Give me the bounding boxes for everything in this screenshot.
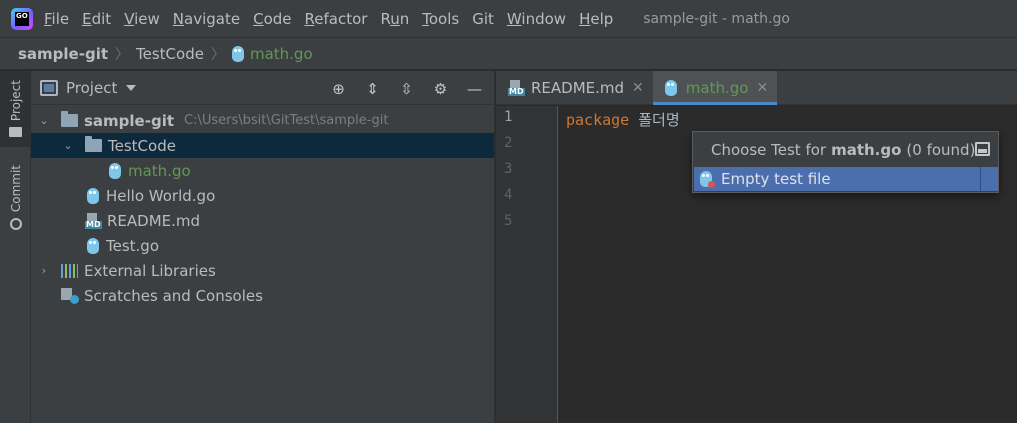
- open-in-window-icon[interactable]: [975, 142, 990, 156]
- go-file-icon: [231, 45, 244, 62]
- collapse-all-icon[interactable]: ⇳: [397, 79, 416, 98]
- popup-scrollbar[interactable]: [980, 167, 998, 191]
- tree-item-readme-md[interactable]: MD README.md: [31, 208, 494, 233]
- folder-icon: [85, 136, 102, 152]
- menu-refactor[interactable]: Refactor: [305, 10, 368, 28]
- left-tool-stripe: Project Commit: [0, 71, 31, 423]
- tree-item-scratches[interactable]: Scratches and Consoles: [31, 283, 494, 308]
- scratches-icon: [61, 287, 79, 304]
- folder-icon: [61, 111, 78, 127]
- breadcrumb-chevron-icon: 〉: [115, 46, 130, 63]
- menu-bar: GO File Edit View Navigate Code Refactor…: [0, 0, 1017, 37]
- menu-file[interactable]: File: [44, 10, 69, 28]
- menu-git[interactable]: Git: [472, 10, 494, 28]
- tree-item-test-go[interactable]: Test.go: [31, 233, 494, 258]
- breadcrumb: sample-git 〉 TestCode 〉 math.go: [0, 37, 1017, 70]
- go-file-icon: [87, 187, 99, 204]
- chevron-down-icon[interactable]: ⌄: [63, 139, 73, 152]
- tree-item-hello-world-go[interactable]: Hello World.go: [31, 183, 494, 208]
- menu-help[interactable]: Help: [579, 10, 613, 28]
- tab-math-go[interactable]: math.go ✕: [652, 71, 778, 105]
- code-line-1[interactable]: package 폴더명: [566, 109, 680, 130]
- editor-tab-bar: MD README.md ✕ math.go ✕: [496, 71, 1017, 105]
- expand-all-icon[interactable]: ⇕: [363, 79, 382, 98]
- tree-item-sample-git[interactable]: ⌄ sample-git C:\Users\bsit\GitTest\sampl…: [31, 108, 494, 133]
- commit-icon: [9, 218, 22, 231]
- chevron-right-icon[interactable]: ›: [39, 264, 49, 277]
- close-icon[interactable]: ✕: [632, 80, 644, 96]
- breadcrumb-project[interactable]: sample-git: [18, 45, 108, 63]
- close-icon[interactable]: ✕: [756, 80, 768, 96]
- go-test-file-icon: [700, 171, 715, 188]
- markdown-file-icon: MD: [508, 80, 525, 96]
- menu-run[interactable]: Run: [380, 10, 409, 28]
- menu-window[interactable]: Window: [507, 10, 566, 28]
- editor-gutter: 1 2 3 4 5: [496, 106, 558, 423]
- project-view-icon: [40, 79, 58, 96]
- go-file-icon: [664, 80, 677, 96]
- library-icon: [61, 263, 78, 278]
- menu-navigate[interactable]: Navigate: [173, 10, 240, 28]
- line-number: 5: [504, 213, 513, 229]
- go-file-icon: [109, 162, 121, 179]
- markdown-file-icon: MD: [85, 212, 102, 229]
- gear-icon[interactable]: ⚙: [431, 79, 450, 98]
- folder-icon: [9, 127, 22, 138]
- tree-item-external-libraries[interactable]: › External Libraries: [31, 258, 494, 283]
- stripe-tab-project[interactable]: Project: [0, 71, 31, 147]
- minimize-icon[interactable]: —: [465, 79, 484, 98]
- locate-icon[interactable]: ⊕: [329, 79, 348, 98]
- project-panel-title[interactable]: Project: [66, 79, 117, 97]
- window-title: sample-git - math.go: [643, 10, 790, 27]
- chevron-down-icon[interactable]: ⌄: [39, 114, 49, 127]
- menu-edit[interactable]: Edit: [82, 10, 111, 28]
- chevron-down-icon[interactable]: [126, 84, 137, 91]
- menu-code[interactable]: Code: [253, 10, 291, 28]
- breadcrumb-file[interactable]: math.go: [250, 45, 313, 63]
- line-number: 2: [504, 135, 513, 151]
- project-panel-header: Project ⊕ ⇕ ⇳ ⚙ —: [31, 71, 494, 105]
- stripe-tab-commit[interactable]: Commit: [0, 165, 31, 235]
- goland-logo-icon: GO: [11, 7, 33, 30]
- go-file-icon: [87, 237, 99, 254]
- choose-test-popup: Choose Test for math.go (0 found) Empty …: [692, 131, 999, 193]
- popup-item-empty-test-file[interactable]: Empty test file: [694, 167, 980, 191]
- menu-tools[interactable]: Tools: [422, 10, 459, 28]
- tab-readme-md[interactable]: MD README.md ✕: [496, 71, 653, 105]
- menu-view[interactable]: View: [124, 10, 160, 28]
- stripe-commit-label: Commit: [8, 165, 23, 213]
- breadcrumb-folder[interactable]: TestCode: [136, 45, 204, 63]
- project-panel: Project ⊕ ⇕ ⇳ ⚙ — ⌄ sample-git C:\Users\…: [31, 71, 495, 423]
- line-number: 3: [504, 161, 513, 177]
- breadcrumb-chevron-icon: 〉: [210, 46, 225, 63]
- popup-title: Choose Test for math.go (0 found): [693, 132, 998, 167]
- tree-item-testcode[interactable]: ⌄ TestCode: [31, 133, 494, 158]
- tree-item-math-go[interactable]: math.go: [31, 158, 494, 183]
- stripe-project-label: Project: [8, 80, 23, 122]
- line-number: 1: [504, 109, 513, 125]
- line-number: 4: [504, 187, 513, 203]
